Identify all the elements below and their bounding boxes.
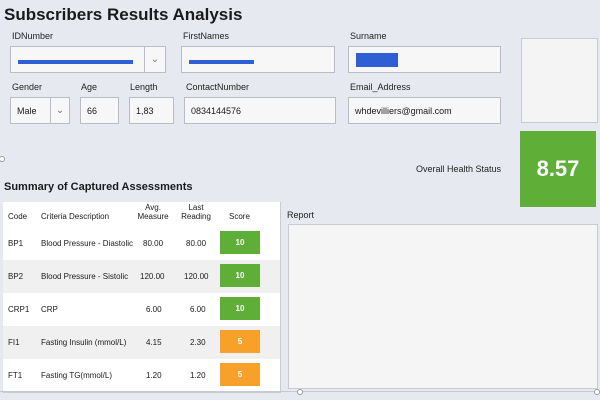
page-title: Subscribers Results Analysis [4, 5, 243, 24]
row-last: 120.00 [184, 272, 209, 281]
row-last: 80.00 [186, 239, 207, 248]
score-badge: 10 [220, 231, 260, 254]
id-number-select[interactable]: ⌄ [10, 46, 166, 73]
age-value: 66 [87, 105, 98, 116]
first-names-label: FirstNames [183, 31, 230, 41]
row-avg: 120.00 [140, 272, 165, 281]
chevron-down-icon[interactable]: ⌄ [144, 47, 165, 72]
contact-field[interactable]: 0834144576 [184, 97, 336, 124]
table-row[interactable]: FI1 Fasting Insulin (mmol/L) 4.15 2.30 5 [3, 326, 280, 359]
col-score: Score [229, 212, 250, 221]
redaction-bar [189, 60, 254, 64]
surname-field[interactable] [348, 46, 501, 73]
health-score-value: 8.57 [536, 156, 580, 181]
id-number-label: IDNumber [12, 31, 54, 41]
score-badge: 10 [220, 264, 260, 287]
email-field[interactable]: whdevilliers@gmail.com [348, 97, 501, 124]
row-last: 1.20 [190, 371, 206, 380]
row-code: FI1 [8, 338, 20, 347]
gender-select[interactable]: Male ⌄ [10, 97, 70, 124]
row-last: 6.00 [190, 305, 206, 314]
report-textarea[interactable] [288, 224, 598, 389]
gender-label: Gender [12, 82, 43, 92]
surname-label: Surname [350, 31, 387, 41]
length-label: Length [130, 82, 158, 92]
table-row[interactable]: CRP1 CRP 6.00 6.00 10 [3, 293, 280, 326]
contact-label: ContactNumber [186, 82, 250, 92]
row-code: BP1 [8, 239, 24, 248]
table-row[interactable]: BP2 Blood Pressure - Sistolic 120.00 120… [3, 260, 280, 293]
assessments-title: Summary of Captured Assessments [4, 181, 193, 193]
col-last-reading: Last Reading [181, 203, 211, 221]
health-status-label: Overall Health Status [416, 164, 502, 174]
row-code: BP2 [8, 272, 24, 281]
email-value: whdevilliers@gmail.com [355, 105, 452, 116]
row-avg: 80.00 [143, 239, 164, 248]
age-label: Age [81, 82, 98, 92]
col-avg-measure: Avg. Measure [137, 203, 169, 221]
row-criteria: CRP [41, 305, 58, 314]
resize-handle[interactable] [297, 389, 303, 395]
score-badge: 10 [220, 297, 260, 320]
row-criteria: Blood Pressure - Sistolic [41, 272, 129, 281]
health-score-box: 8.57 [520, 131, 596, 207]
row-criteria: Fasting Insulin (mmol/L) [41, 338, 127, 347]
length-value: 1,83 [136, 105, 154, 116]
score-badge: 5 [220, 363, 260, 386]
col-criteria: Criteria Description [41, 212, 110, 221]
report-label: Report [287, 210, 315, 220]
assessments-table: Code Criteria Description Avg. Measure L… [3, 202, 281, 393]
redaction-bar [356, 53, 398, 67]
chevron-down-icon[interactable]: ⌄ [50, 98, 69, 123]
table-row[interactable]: FT1 Fasting TG(mmol/L) 1.20 1.20 5 [3, 359, 280, 392]
redaction-bar [18, 60, 133, 64]
table-row[interactable]: BP1 Blood Pressure - Diastolic 80.00 80.… [3, 227, 280, 260]
contact-value: 0834144576 [191, 105, 242, 116]
age-field[interactable]: 66 [80, 97, 119, 124]
col-code: Code [8, 212, 28, 221]
gender-value: Male [17, 105, 37, 116]
row-avg: 6.00 [146, 305, 162, 314]
row-code: CRP1 [8, 305, 30, 314]
row-code: FT1 [8, 371, 23, 380]
table-header: Code Criteria Description Avg. Measure L… [3, 202, 280, 224]
photo-placeholder [521, 38, 598, 123]
row-last: 2.30 [190, 338, 206, 347]
resize-handle[interactable] [0, 156, 5, 162]
first-names-field[interactable] [181, 46, 335, 73]
row-avg: 1.20 [146, 371, 162, 380]
length-field[interactable]: 1,83 [129, 97, 174, 124]
score-badge: 5 [220, 330, 260, 353]
row-criteria: Fasting TG(mmol/L) [41, 371, 112, 380]
email-label: Email_Address [350, 82, 411, 92]
row-criteria: Blood Pressure - Diastolic [41, 239, 134, 248]
resize-handle[interactable] [594, 389, 600, 395]
row-avg: 4.15 [146, 338, 162, 347]
